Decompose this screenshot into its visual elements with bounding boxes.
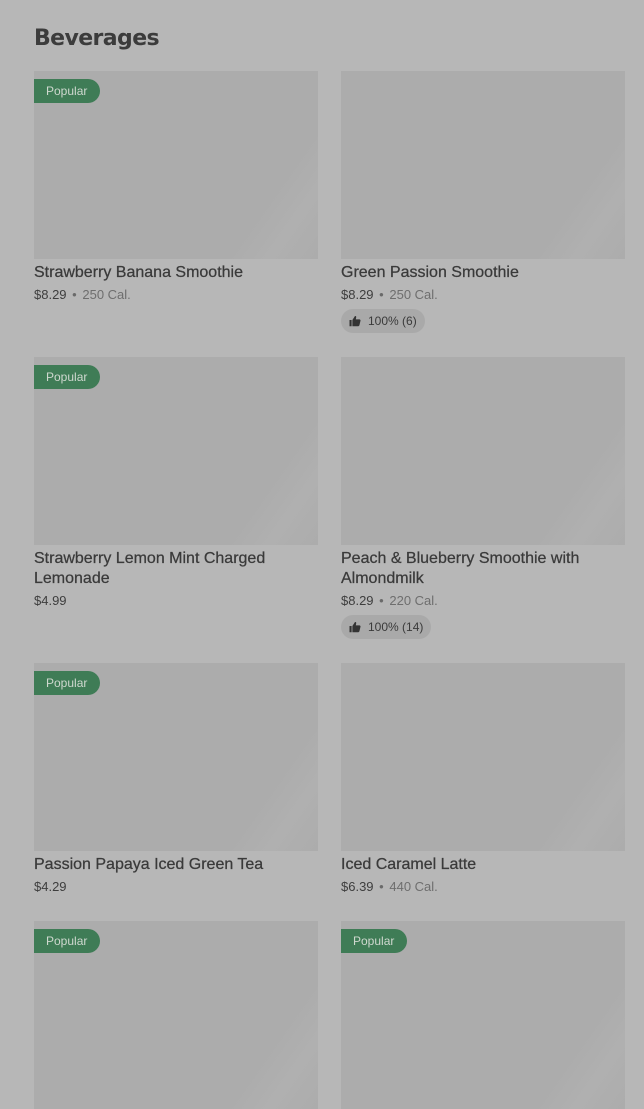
popular-badge: Popular <box>34 929 101 953</box>
menu-item-card[interactable]: Peach & Blueberry Smoothie with Almondmi… <box>341 357 625 639</box>
item-calories: 440 Cal. <box>389 879 438 894</box>
item-meta: $8.29 • 250 Cal. <box>34 286 318 304</box>
item-image[interactable] <box>341 357 625 545</box>
popular-badge: Popular <box>34 79 101 103</box>
item-image[interactable]: Popular <box>34 663 318 851</box>
separator-dot: • <box>379 593 384 608</box>
item-name[interactable]: Strawberry Banana Smoothie <box>34 263 318 283</box>
item-name[interactable]: Green Passion Smoothie <box>341 263 625 283</box>
rating-text: 100% (6) <box>368 314 417 328</box>
item-calories: 250 Cal. <box>389 287 438 302</box>
item-price: $6.39 <box>341 879 374 894</box>
item-meta: $6.39 • 440 Cal. <box>341 878 625 896</box>
item-image[interactable] <box>341 71 625 259</box>
item-calories: 220 Cal. <box>389 593 438 608</box>
separator-dot: • <box>379 879 384 894</box>
popular-badge: Popular <box>34 365 101 389</box>
item-name[interactable]: Passion Papaya Iced Green Tea <box>34 855 318 875</box>
menu-item-card[interactable]: Popular <box>341 921 625 1109</box>
popular-badge: Popular <box>341 929 408 953</box>
item-name[interactable]: Peach & Blueberry Smoothie with Almondmi… <box>341 549 625 589</box>
item-price: $8.29 <box>341 593 374 608</box>
section-title: Beverages <box>34 26 160 51</box>
separator-dot: • <box>72 287 77 302</box>
item-price: $8.29 <box>341 287 374 302</box>
item-image[interactable]: Popular <box>34 357 318 545</box>
thumbs-up-icon <box>349 621 361 633</box>
menu-page: Beverages Popular Strawberry Banana Smoo… <box>0 0 644 1109</box>
menu-item-card[interactable]: Popular <box>34 921 318 1109</box>
thumbs-up-icon <box>349 315 361 327</box>
item-name[interactable]: Iced Caramel Latte <box>341 855 625 875</box>
menu-item-card[interactable]: Popular Passion Papaya Iced Green Tea $4… <box>34 663 318 896</box>
item-price: $4.29 <box>34 879 67 894</box>
item-image[interactable]: Popular <box>34 921 318 1109</box>
item-meta: $8.29 • 250 Cal. <box>341 286 625 304</box>
item-meta: $4.99 <box>34 592 318 610</box>
menu-item-card[interactable]: Popular Strawberry Lemon Mint Charged Le… <box>34 357 318 610</box>
item-meta: $4.29 <box>34 878 318 896</box>
rating-badge: 100% (14) <box>341 615 432 639</box>
menu-item-card[interactable]: Popular Strawberry Banana Smoothie $8.29… <box>34 71 318 304</box>
item-price: $8.29 <box>34 287 67 302</box>
popular-badge: Popular <box>34 671 101 695</box>
item-meta: $8.29 • 220 Cal. <box>341 592 625 610</box>
menu-item-card[interactable]: Green Passion Smoothie $8.29 • 250 Cal. … <box>341 71 625 333</box>
item-image[interactable] <box>341 663 625 851</box>
item-name[interactable]: Strawberry Lemon Mint Charged Lemonade <box>34 549 318 589</box>
item-image[interactable]: Popular <box>34 71 318 259</box>
item-price: $4.99 <box>34 593 67 608</box>
rating-text: 100% (14) <box>368 620 424 634</box>
menu-item-card[interactable]: Iced Caramel Latte $6.39 • 440 Cal. <box>341 663 625 896</box>
item-image[interactable]: Popular <box>341 921 625 1109</box>
separator-dot: • <box>379 287 384 302</box>
rating-badge: 100% (6) <box>341 309 425 333</box>
item-calories: 250 Cal. <box>82 287 131 302</box>
